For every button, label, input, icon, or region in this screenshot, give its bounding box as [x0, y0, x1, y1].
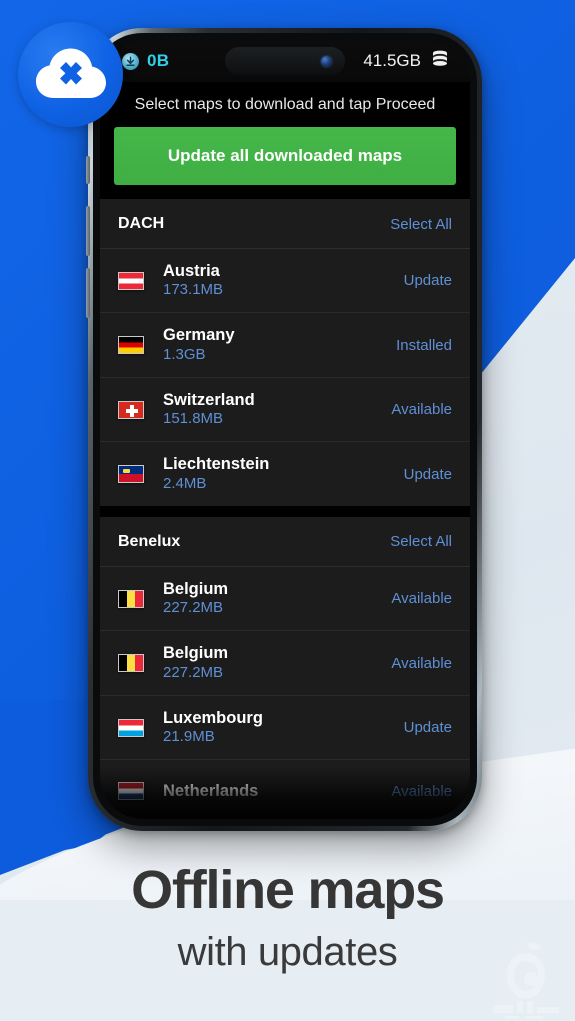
- download-bytes-label: 0B: [147, 51, 170, 70]
- map-row-text: Germany 1.3GB: [163, 326, 386, 363]
- map-status-action[interactable]: Available: [391, 590, 452, 607]
- map-row[interactable]: Germany 1.3GB Installed: [100, 313, 470, 378]
- front-camera-icon: [321, 55, 332, 67]
- country-name: Austria: [163, 262, 220, 280]
- storage-size-label: 41.5GB: [363, 51, 421, 70]
- map-row[interactable]: Belgium 227.2MB Available: [100, 631, 470, 696]
- map-size: 173.1MB: [163, 281, 224, 299]
- map-status-action[interactable]: Update: [404, 272, 452, 289]
- country-name: Luxembourg: [163, 708, 263, 727]
- map-size: 1.3GB: [163, 345, 206, 363]
- country-name: Switzerland: [163, 390, 255, 409]
- map-size: 227.2MB: [163, 599, 224, 617]
- cloud-offline-icon: [18, 22, 123, 127]
- map-row-text: Belgium 227.2MB: [163, 580, 381, 617]
- flag-netherlands: [118, 782, 144, 801]
- country-name: Netherlands: [163, 781, 259, 800]
- phone-mute-switch[interactable]: [86, 156, 90, 184]
- flag-austria: [118, 271, 144, 290]
- map-status-action[interactable]: Available: [391, 401, 452, 418]
- map-status-action[interactable]: Available: [391, 783, 452, 800]
- map-row-text: Austria 173.1MB: [163, 262, 394, 299]
- map-row[interactable]: Liechtenstein 2.4MB Update: [100, 442, 470, 505]
- map-row-text: Luxembourg 21.9MB: [163, 709, 394, 746]
- storage-database-icon: [432, 50, 448, 72]
- map-size: 2.4MB: [163, 474, 207, 492]
- download-status-group: 0B: [122, 51, 169, 71]
- offline-maps-screen: Select maps to download and tap Proceed …: [100, 82, 470, 819]
- map-size: 21.9MB: [163, 728, 215, 746]
- map-size: 151.8MB: [163, 410, 224, 428]
- map-sections-list: DACH Select All Austria 173.1MB Update German…: [100, 199, 470, 819]
- flag-luxembourg: [118, 718, 144, 737]
- country-name: Belgium: [163, 579, 229, 598]
- map-row-text: Liechtenstein 2.4MB: [163, 455, 394, 492]
- download-circle-icon: [122, 52, 139, 70]
- database-glyph: [433, 50, 447, 66]
- map-status-action[interactable]: Update: [404, 719, 452, 736]
- phone-device-frame: 0B 41.5GB Select maps to download and ta…: [86, 28, 482, 831]
- map-status-action[interactable]: Update: [404, 466, 452, 483]
- map-row-text: Netherlands: [163, 782, 381, 801]
- section-header: DACH Select All: [100, 199, 470, 249]
- flag-liechtenstein: [118, 465, 144, 484]
- section-title: DACH: [118, 215, 165, 232]
- sibapp-logo-watermark: [493, 942, 559, 1019]
- map-row[interactable]: Belgium 227.2MB Available: [100, 567, 470, 632]
- phone-bezel: 0B 41.5GB Select maps to download and ta…: [93, 33, 477, 826]
- map-row-text: Switzerland 151.8MB: [163, 391, 381, 428]
- country-name: Germany: [163, 326, 235, 345]
- phone-volume-down[interactable]: [86, 268, 90, 318]
- flag-germany: [118, 336, 144, 355]
- cloud-offline-glyph: [36, 48, 106, 98]
- map-row-text: Belgium 227.2MB: [163, 644, 381, 681]
- country-name: Belgium: [163, 644, 229, 663]
- map-row[interactable]: Netherlands Available: [100, 760, 470, 819]
- storage-status-group: 41.5GB: [363, 50, 448, 72]
- map-row[interactable]: Switzerland 151.8MB Available: [100, 378, 470, 443]
- flag-belgium: [118, 589, 144, 608]
- update-all-downloaded-maps-button[interactable]: Update all downloaded maps: [114, 127, 456, 185]
- flag-switzerland: [118, 400, 144, 419]
- country-name: Liechtenstein: [163, 455, 270, 474]
- phone-volume-up[interactable]: [86, 206, 90, 256]
- caption-headline: Offline maps: [131, 860, 445, 920]
- select-all-button[interactable]: Select All: [390, 533, 452, 550]
- map-size: 227.2MB: [163, 663, 224, 681]
- status-bar: 0B 41.5GB: [100, 40, 470, 82]
- section-header: Benelux Select All: [100, 517, 470, 567]
- map-status-action[interactable]: Available: [391, 655, 452, 672]
- section-title: Benelux: [118, 532, 181, 550]
- map-section-card: Benelux Select All Belgium 227.2MB Available…: [100, 516, 470, 819]
- instruction-text: Select maps to download and tap Proceed: [134, 96, 436, 113]
- dynamic-island-notch: [225, 47, 345, 75]
- select-all-button[interactable]: Select All: [390, 216, 452, 233]
- download-arrow-glyph: [126, 55, 135, 66]
- flag-belgium: [118, 654, 144, 673]
- map-row[interactable]: Luxembourg 21.9MB Update: [100, 696, 470, 761]
- map-status-action[interactable]: Installed: [396, 337, 452, 354]
- map-section-card: DACH Select All Austria 173.1MB Update German…: [100, 199, 470, 506]
- map-row[interactable]: Austria 173.1MB Update: [100, 249, 470, 314]
- phone-screen: 0B 41.5GB Select maps to download and ta…: [100, 40, 470, 819]
